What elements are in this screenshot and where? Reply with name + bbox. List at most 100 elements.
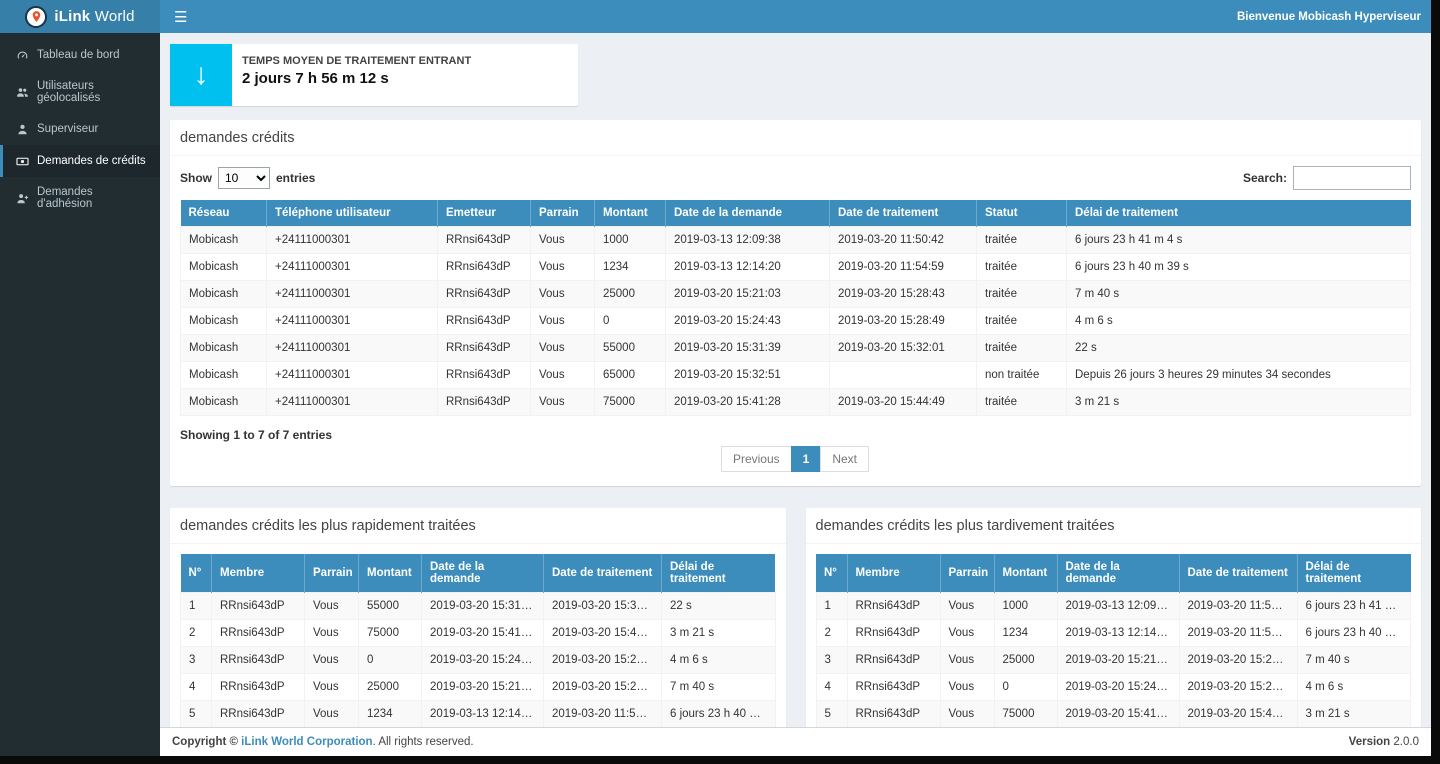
column-header[interactable]: Parrain — [305, 554, 359, 593]
table-cell: 2019-03-20 15:28:49 — [544, 647, 662, 674]
company-link[interactable]: iLink World Corporation — [241, 736, 372, 748]
table-cell: Mobicash — [181, 308, 267, 335]
table-cell: non traitée — [977, 362, 1067, 389]
table-cell: Mobicash — [181, 335, 267, 362]
column-header[interactable]: N° — [816, 554, 847, 593]
table-cell: 2019-03-20 15:32:51 — [666, 362, 830, 389]
table-cell: 1 — [181, 593, 212, 620]
column-header[interactable]: Statut — [977, 200, 1067, 227]
table-cell: Mobicash — [181, 254, 267, 281]
table-cell: RRnsi643dP — [212, 701, 305, 728]
column-header[interactable]: Montant — [359, 554, 422, 593]
table-cell: Vous — [305, 620, 359, 647]
column-header[interactable]: Date de la demande — [1057, 554, 1179, 593]
column-header[interactable]: Téléphone utilisateur — [267, 200, 438, 227]
info-box-title: TEMPS MOYEN DE TRAITEMENT ENTRANT — [242, 55, 471, 67]
info-box-value: 2 jours 7 h 56 m 12 s — [242, 70, 471, 87]
table-cell: RRnsi643dP — [438, 362, 531, 389]
table-cell: Vous — [531, 227, 595, 254]
column-header[interactable]: Date de la demande — [422, 554, 544, 593]
table-cell: 2019-03-20 11:50:42 — [1179, 593, 1297, 620]
table-cell: 2019-03-20 15:21:03 — [422, 674, 544, 701]
footer: Copyright © iLink World Corporation. All… — [160, 727, 1431, 756]
column-header[interactable]: Date de traitement — [1179, 554, 1297, 593]
sidebar-item-utilisateurs-geolocalises[interactable]: Utilisateurs géolocalisés — [0, 71, 160, 113]
table-cell: 3 — [816, 647, 847, 674]
next-page-button[interactable]: Next — [820, 446, 869, 472]
table-cell: Mobicash — [181, 227, 267, 254]
table-cell: Vous — [531, 281, 595, 308]
page-1-button[interactable]: 1 — [791, 446, 822, 472]
column-header[interactable]: Montant — [595, 200, 666, 227]
column-header[interactable]: Réseau — [181, 200, 267, 227]
sidebar-item-label: Tableau de bord — [37, 49, 119, 61]
column-header[interactable]: N° — [181, 554, 212, 593]
content-area: ↓ TEMPS MOYEN DE TRAITEMENT ENTRANT 2 jo… — [160, 33, 1431, 738]
table-cell: traitée — [977, 335, 1067, 362]
top-header: iLink World ☰ Bienvenue Mobicash Hypervi… — [0, 0, 1431, 33]
avg-processing-time-box: ↓ TEMPS MOYEN DE TRAITEMENT ENTRANT 2 jo… — [170, 44, 578, 106]
sidebar-item-demandes-de-credits[interactable]: Demandes de crédits — [0, 145, 160, 177]
table-cell: 75000 — [595, 389, 666, 416]
table-cell: 2019-03-20 15:31:39 — [666, 335, 830, 362]
table-cell: 65000 — [595, 362, 666, 389]
table-cell: 4 — [181, 674, 212, 701]
table-cell: Vous — [531, 335, 595, 362]
table-row: 5RRnsi643dPVous750002019-03-20 15:41:282… — [816, 701, 1411, 728]
page-size-select[interactable]: 10 — [218, 167, 270, 189]
table-row: Mobicash+24111000301RRnsi643dPVous250002… — [181, 281, 1411, 308]
table-cell: 1234 — [359, 701, 422, 728]
sidebar-item-label: Demandes de crédits — [37, 155, 146, 167]
sidebar-item-demandes-adhesion[interactable]: Demandes d'adhésion — [0, 177, 160, 219]
table-cell: 1234 — [994, 620, 1057, 647]
table-cell: RRnsi643dP — [438, 254, 531, 281]
table-cell: 1000 — [994, 593, 1057, 620]
column-header[interactable]: Délai de traitement — [1067, 200, 1411, 227]
table-cell: +24111000301 — [267, 281, 438, 308]
users-icon — [15, 85, 29, 99]
table-cell: 1234 — [595, 254, 666, 281]
table-row: 1RRnsi643dPVous10002019-03-13 12:09:3820… — [816, 593, 1411, 620]
table-cell: 0 — [994, 674, 1057, 701]
previous-page-button[interactable]: Previous — [721, 446, 792, 472]
table-cell: 3 — [181, 647, 212, 674]
column-header[interactable]: Date de traitement — [830, 200, 977, 227]
version-text: Version 2.0.0 — [1349, 736, 1419, 748]
table-cell: 6 jours 23 h 40 m 39 s — [1067, 254, 1411, 281]
column-header[interactable]: Parrain — [940, 554, 994, 593]
sidebar-toggle-button[interactable]: ☰ — [160, 0, 201, 33]
navbar: ☰ Bienvenue Mobicash Hyperviseur — [160, 0, 1431, 33]
column-header[interactable]: Membre — [847, 554, 940, 593]
column-header[interactable]: Date de traitement — [544, 554, 662, 593]
column-header[interactable]: Emetteur — [438, 200, 531, 227]
search-input[interactable] — [1293, 166, 1411, 190]
table-cell: traitée — [977, 308, 1067, 335]
table-cell: RRnsi643dP — [847, 620, 940, 647]
sidebar-item-tableau-de-bord[interactable]: Tableau de bord — [0, 39, 160, 71]
table-cell: 2019-03-20 11:54:59 — [544, 701, 662, 728]
app-window: iLink World ☰ Bienvenue Mobicash Hypervi… — [0, 0, 1431, 756]
app-logo[interactable]: iLink World — [0, 0, 160, 33]
app-logo-icon — [25, 6, 47, 28]
table-cell: 6 jours 23 h 41 m 4 s — [1297, 593, 1411, 620]
table-cell: 2019-03-20 15:21:03 — [1057, 647, 1179, 674]
column-header[interactable]: Parrain — [531, 200, 595, 227]
table-cell: +24111000301 — [267, 335, 438, 362]
column-header[interactable]: Date de la demande — [666, 200, 830, 227]
table-row: Mobicash+24111000301RRnsi643dPVous100020… — [181, 227, 1411, 254]
column-header[interactable]: Délai de traitement — [1297, 554, 1411, 593]
table-cell: Vous — [940, 701, 994, 728]
column-header[interactable]: Délai de traitement — [662, 554, 776, 593]
table-cell: 2019-03-20 15:28:43 — [830, 281, 977, 308]
panel-title: demandes crédits les plus tardivement tr… — [806, 508, 1422, 544]
column-header[interactable]: Montant — [994, 554, 1057, 593]
table-cell: 6 jours 23 h 40 m 39 s — [662, 701, 776, 728]
table-row: 1RRnsi643dPVous550002019-03-20 15:31:392… — [181, 593, 776, 620]
fastest-table: N°MembreParrainMontantDate de la demande… — [180, 554, 776, 728]
sidebar-item-superviseur[interactable]: Superviseur — [0, 113, 160, 145]
table-row: 2RRnsi643dPVous750002019-03-20 15:41:282… — [181, 620, 776, 647]
table-cell: 1 — [816, 593, 847, 620]
column-header[interactable]: Membre — [212, 554, 305, 593]
table-cell: +24111000301 — [267, 227, 438, 254]
table-cell: 4 m 6 s — [662, 647, 776, 674]
